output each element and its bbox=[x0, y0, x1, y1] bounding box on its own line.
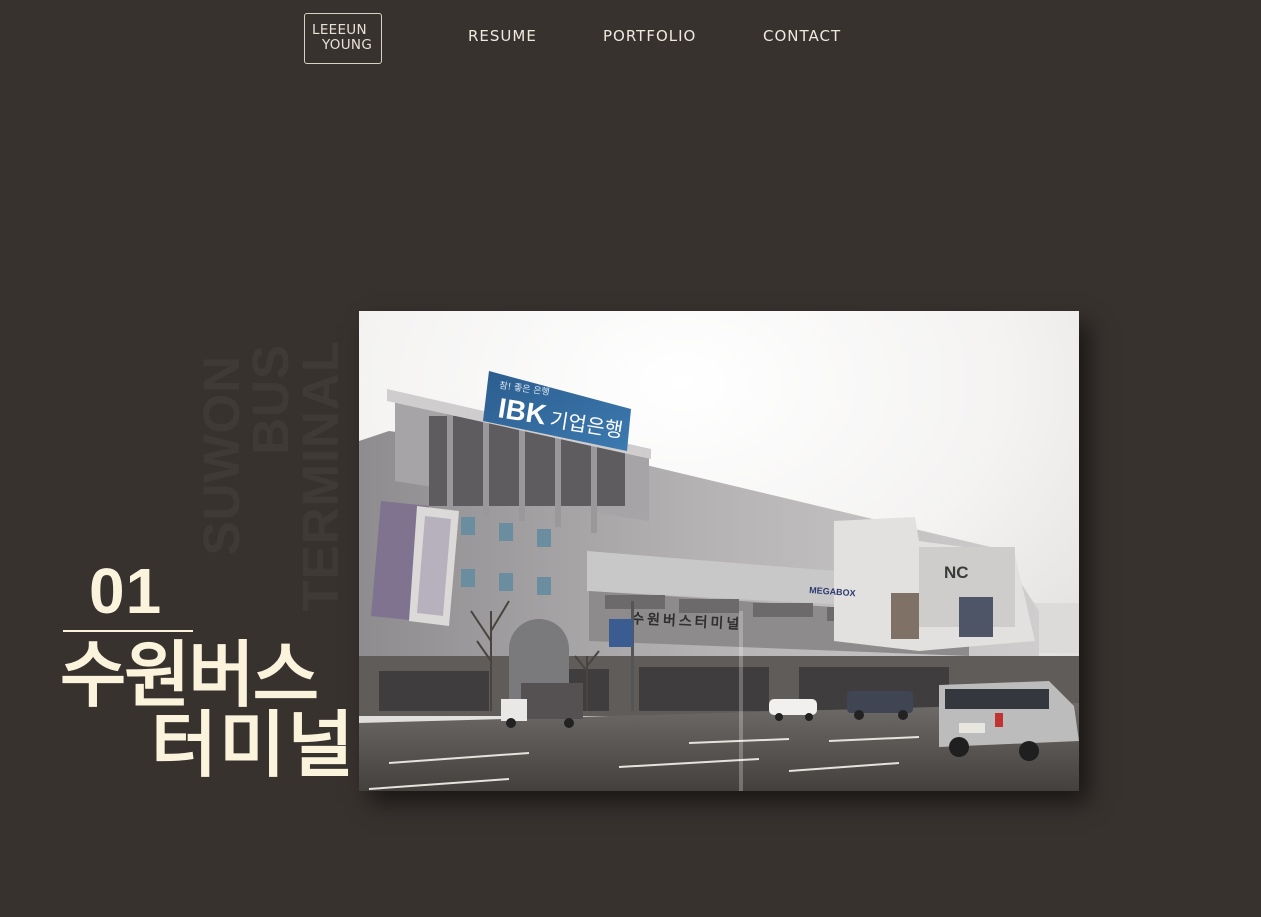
nav-contact-link[interactable]: CONTACT bbox=[763, 27, 841, 45]
project-title-line-1: 수원버스 bbox=[60, 633, 319, 717]
nav-portfolio-link[interactable]: PORTFOLIO bbox=[603, 27, 696, 45]
watermark-word-2: BUS bbox=[242, 344, 299, 455]
bus-terminal-illustration: 참! 좋은 은행 IBK 기업은행 NC MEGABOX 수원버스터미널 bbox=[359, 311, 1079, 791]
page: LEEEUN YOUNG RESUME PORTFOLIO CONTACT SU… bbox=[0, 0, 1261, 917]
watermark-word-3: TERMINAL bbox=[292, 340, 349, 611]
title-divider bbox=[63, 630, 193, 632]
nav-resume-link[interactable]: RESUME bbox=[468, 27, 537, 45]
site-logo[interactable]: LEEEUN YOUNG bbox=[304, 13, 382, 64]
project-photo[interactable]: 참! 좋은 은행 IBK 기업은행 NC MEGABOX 수원버스터미널 bbox=[359, 311, 1079, 791]
project-title-line-2: 터미널 bbox=[151, 703, 356, 787]
logo-line-2: YOUNG bbox=[322, 37, 373, 53]
watermark-word-1: SUWON bbox=[193, 355, 250, 555]
project-number: 01 bbox=[89, 555, 163, 627]
street-pole bbox=[631, 601, 634, 711]
project-watermark: SUWON BUS TERMINAL bbox=[193, 311, 351, 611]
nc-sign: NC bbox=[944, 563, 969, 582]
logo-line-1: LEEEUN bbox=[312, 22, 367, 38]
